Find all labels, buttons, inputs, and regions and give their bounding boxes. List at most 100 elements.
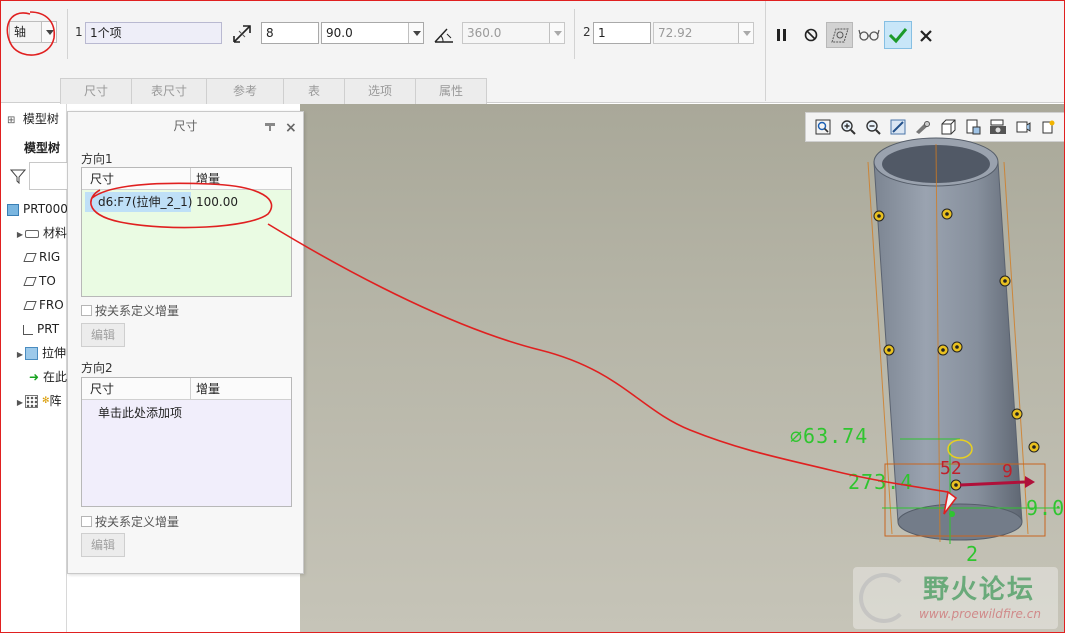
watermark-logo	[859, 573, 909, 623]
geometry-preview-icon[interactable]	[826, 22, 853, 48]
dashboard-ribbon: 轴 1 1个项 8 90.0 360.0 2 1 72.92 尺寸 表尺寸 参考…	[1, 1, 1064, 104]
dimension-bottom[interactable]: 2	[966, 542, 979, 566]
model-tree-subheader: 模型树	[24, 141, 61, 155]
pattern-icon	[25, 395, 38, 408]
cancel-close-icon[interactable]	[914, 24, 938, 48]
dimension-left[interactable]: 273.4	[848, 470, 913, 494]
angle-range-combo[interactable]: 360.0	[462, 22, 565, 44]
second-direction-count-input[interactable]: 1	[593, 22, 651, 44]
tab-references[interactable]: 参考	[206, 78, 284, 104]
part-icon	[7, 203, 19, 216]
checkbox-label: 按关系定义增量	[95, 304, 180, 318]
filter-icon[interactable]	[9, 168, 27, 185]
dimension-red-a[interactable]: 52	[940, 458, 962, 479]
chevron-down-icon[interactable]	[408, 23, 423, 43]
member-angle-combo[interactable]: 90.0	[321, 22, 424, 44]
tree-item-label: PRT	[37, 322, 60, 336]
material-icon	[25, 229, 39, 238]
tree-item-right-plane[interactable]: RIG	[23, 247, 61, 267]
tree-item-label: FRO	[39, 298, 64, 312]
chevron-down-icon[interactable]	[549, 23, 564, 43]
tree-item-top-plane[interactable]: TO	[23, 271, 56, 291]
tree-hierarchy-icon: ⊞	[7, 115, 16, 126]
checkbox-label: 按关系定义增量	[95, 515, 180, 529]
tab-dimensions[interactable]: 尺寸	[60, 78, 132, 104]
watermark-title: 野火论坛	[923, 575, 1036, 605]
separator	[67, 9, 68, 59]
direction1-relation-checkbox[interactable]: 按关系定义增量	[81, 302, 179, 319]
confirm-check-icon[interactable]	[884, 21, 912, 49]
dimension-diameter[interactable]: ∅63.74	[790, 424, 868, 448]
model-tree-title: 模型树	[22, 112, 59, 126]
direction1-edit-button[interactable]: 编辑	[81, 323, 125, 347]
datum-plane-icon	[23, 253, 37, 262]
panel-close-icon[interactable]: ×	[285, 120, 297, 136]
member-count-input[interactable]: 8	[261, 22, 319, 44]
table-row[interactable]: d6:F7(拉伸_2_1) 100.00	[82, 190, 291, 212]
expand-arrow-icon[interactable]: ▶	[15, 225, 25, 245]
expand-arrow-icon[interactable]: ▶	[15, 393, 25, 413]
dimensions-panel: 尺寸 × 方向1 尺寸 增量 d6:F7(拉伸_2_1) 100.00 按关系定…	[67, 111, 304, 574]
graphics-viewport[interactable]: ∅63.74 273.4 9.0 2 52 9 野火论坛 www.proewil…	[300, 104, 1064, 632]
tab-tables[interactable]: 表	[283, 78, 345, 104]
tree-item-material[interactable]: ▶ 材料	[15, 223, 67, 243]
direction2-table[interactable]: 尺寸 增量 单击此处添加项	[81, 377, 292, 507]
add-item-placeholder[interactable]: 单击此处添加项	[82, 400, 291, 421]
chevron-down-icon[interactable]	[738, 23, 753, 43]
first-direction-value: 1个项	[90, 26, 122, 40]
extrude-icon	[25, 347, 38, 360]
datum-plane-icon	[23, 301, 37, 310]
tree-item-pattern[interactable]: ▶ ✻阵	[15, 391, 62, 411]
glasses-preview-icon[interactable]	[857, 23, 881, 47]
column-increment: 增量	[196, 172, 221, 186]
watermark: 野火论坛 www.proewildfire.cn	[853, 567, 1058, 629]
direction1-label: 方向1	[81, 152, 113, 166]
separator	[574, 9, 575, 59]
second-direction-spacing-value: 72.92	[658, 26, 693, 40]
tab-table-dimensions[interactable]: 表尺寸	[131, 78, 207, 104]
pattern-type-value: 轴	[14, 25, 27, 39]
member-count-value: 8	[266, 26, 274, 40]
tree-item-label: 在此	[43, 370, 68, 384]
row-dimension-cell[interactable]: d6:F7(拉伸_2_1)	[85, 192, 192, 212]
tab-properties[interactable]: 属性	[415, 78, 487, 104]
tree-item-extrude[interactable]: ▶ 拉伸	[15, 343, 66, 363]
row-increment-cell[interactable]: 100.00	[196, 191, 238, 213]
tree-item-front-plane[interactable]: FRO	[23, 295, 64, 315]
direction2-edit-button[interactable]: 编辑	[81, 533, 125, 557]
tree-search-input[interactable]	[29, 162, 69, 190]
watermark-url: www.proewildfire.cn	[919, 607, 1041, 621]
model-geometry[interactable]	[300, 104, 1064, 632]
tab-options[interactable]: 选项	[344, 78, 416, 104]
pattern-type-combo[interactable]: 轴	[9, 21, 57, 43]
direction2-relation-checkbox[interactable]: 按关系定义增量	[81, 513, 179, 530]
direction1-table[interactable]: 尺寸 增量 d6:F7(拉伸_2_1) 100.00	[81, 167, 292, 297]
tree-item-label: TO	[39, 274, 56, 288]
chevron-down-icon[interactable]	[41, 22, 56, 42]
dimension-right[interactable]: 9.0	[1026, 496, 1064, 520]
model-tree-panel: ⊞ 模型树 模型树 PRT000 ▶ 材料 RIG TO FRO PRT ▶ 拉伸 …	[1, 104, 69, 632]
pin-icon[interactable]	[264, 121, 276, 131]
first-direction-index: 1	[75, 25, 83, 39]
first-direction-flip-icon[interactable]	[230, 22, 254, 46]
expand-arrow-icon[interactable]: ▶	[15, 345, 25, 365]
second-direction-spacing-combo[interactable]: 72.92	[653, 22, 754, 44]
angle-range-value: 360.0	[467, 26, 502, 40]
no-preview-icon[interactable]	[799, 23, 823, 47]
tree-item-insert-here[interactable]: ➜ 在此	[29, 367, 67, 387]
angle-range-icon[interactable]	[432, 23, 456, 47]
tree-item-label: RIG	[39, 250, 61, 264]
pattern-star-icon: ✻	[42, 396, 50, 406]
second-direction-count-value: 1	[598, 26, 606, 40]
second-direction-index: 2	[583, 25, 591, 39]
dashboard-tabs: 尺寸 表尺寸 参考 表 选项 属性	[60, 78, 487, 104]
direction2-label: 方向2	[81, 361, 113, 375]
first-direction-collector[interactable]: 1个项	[85, 22, 222, 44]
pause-icon[interactable]	[770, 23, 794, 47]
tree-item-csys[interactable]: PRT	[23, 319, 59, 339]
direction2-table-header: 尺寸 增量	[82, 378, 291, 400]
tree-item-root[interactable]: PRT000	[7, 199, 68, 219]
tree-item-label: 阵	[49, 394, 62, 408]
dimension-red-b[interactable]: 9	[1002, 461, 1013, 482]
coordinate-system-icon	[23, 324, 33, 335]
